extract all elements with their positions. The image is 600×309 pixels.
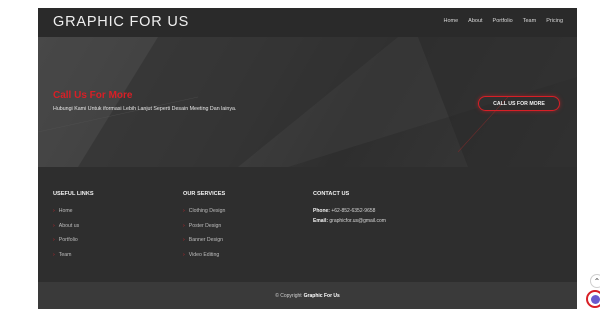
chevron-right-icon: › xyxy=(53,222,55,229)
copyright-prefix: © Copyright xyxy=(275,292,302,299)
footer-link-label: Home xyxy=(58,208,73,214)
website-page: GRAPHIC FOR US Home About Portfolio Team… xyxy=(38,8,577,309)
service-banner-design[interactable]: › Banner Design xyxy=(183,237,225,252)
chevron-right-icon: › xyxy=(183,222,185,229)
scroll-top-button[interactable]: ⌃ xyxy=(590,274,600,288)
nav-pricing[interactable]: Pricing xyxy=(546,18,563,24)
phone-value[interactable]: +62-852-6352-9658 xyxy=(331,208,375,214)
chevron-right-icon: › xyxy=(53,237,55,243)
contact-column: CONTACT US Phone: +62-852-6352-9658 Emai… xyxy=(313,191,386,228)
nav-about[interactable]: About xyxy=(468,18,482,24)
nav-home[interactable]: Home xyxy=(444,18,459,24)
contact-email: Email: graphicfor.us@gmail.com xyxy=(313,218,386,228)
phone-label: Phone: xyxy=(313,208,330,214)
copyright-name: Graphic For Us xyxy=(303,292,340,299)
chevron-right-icon: › xyxy=(183,208,185,214)
arrow-up-icon: ⌃ xyxy=(593,276,600,286)
footer-link-about[interactable]: › About us xyxy=(53,223,94,238)
chevron-right-icon: › xyxy=(183,237,185,243)
email-value[interactable]: graphicfor.us@gmail.com xyxy=(329,218,386,224)
email-label: Email: xyxy=(313,218,329,224)
footer-link-label: Team xyxy=(58,251,72,258)
chat-widget-icon xyxy=(590,294,600,304)
service-video-editing[interactable]: › Video Editing xyxy=(183,252,225,267)
footer-link-home[interactable]: › Home xyxy=(53,208,94,223)
call-us-button[interactable]: CALL US FOR MORE xyxy=(478,96,560,111)
chat-widget-button[interactable] xyxy=(586,290,600,308)
brand-logo[interactable]: GRAPHIC FOR US xyxy=(53,14,189,30)
nav-portfolio[interactable]: Portfolio xyxy=(493,18,513,24)
service-label: Video Editing xyxy=(188,251,220,258)
chevron-right-icon: › xyxy=(53,208,55,214)
site-footer: USEFUL LINKS › Home › About us › Portfolio … xyxy=(38,167,577,282)
chevron-right-icon: › xyxy=(53,251,55,258)
contact-heading: CONTACT US xyxy=(313,191,350,197)
service-label: Poster Design xyxy=(188,222,222,229)
service-clothing-design[interactable]: › Clothing Design xyxy=(183,208,225,223)
main-nav: Home About Portfolio Team Pricing xyxy=(444,18,564,24)
useful-links-column: USEFUL LINKS › Home › About us › Portfolio … xyxy=(53,191,94,266)
service-poster-design[interactable]: › Poster Design xyxy=(183,223,225,238)
nav-team[interactable]: Team xyxy=(523,18,536,24)
footer-link-label: About us xyxy=(58,222,80,229)
cta-section: Call Us For More Hubungi Kami Untuk ifor… xyxy=(38,37,577,167)
service-label: Clothing Design xyxy=(188,208,226,214)
services-heading: OUR SERVICES xyxy=(183,191,226,197)
footer-link-label: Portfolio xyxy=(58,237,78,243)
cta-title: Call Us For More xyxy=(53,90,133,101)
contact-phone: Phone: +62-852-6352-9658 xyxy=(313,208,386,218)
footer-link-team[interactable]: › Team xyxy=(53,252,94,267)
services-column: OUR SERVICES › Clothing Design › Poster De… xyxy=(183,191,225,266)
copyright-bar: © Copyright Graphic For Us xyxy=(38,282,577,309)
service-label: Banner Design xyxy=(188,237,224,243)
useful-links-heading: USEFUL LINKS xyxy=(53,191,94,197)
footer-link-portfolio[interactable]: › Portfolio xyxy=(53,237,94,252)
chevron-right-icon: › xyxy=(183,251,185,258)
cta-subtitle: Hubungi Kami Untuk iformasi Lebih Lanjut… xyxy=(53,106,237,112)
site-header: GRAPHIC FOR US Home About Portfolio Team… xyxy=(38,8,577,37)
